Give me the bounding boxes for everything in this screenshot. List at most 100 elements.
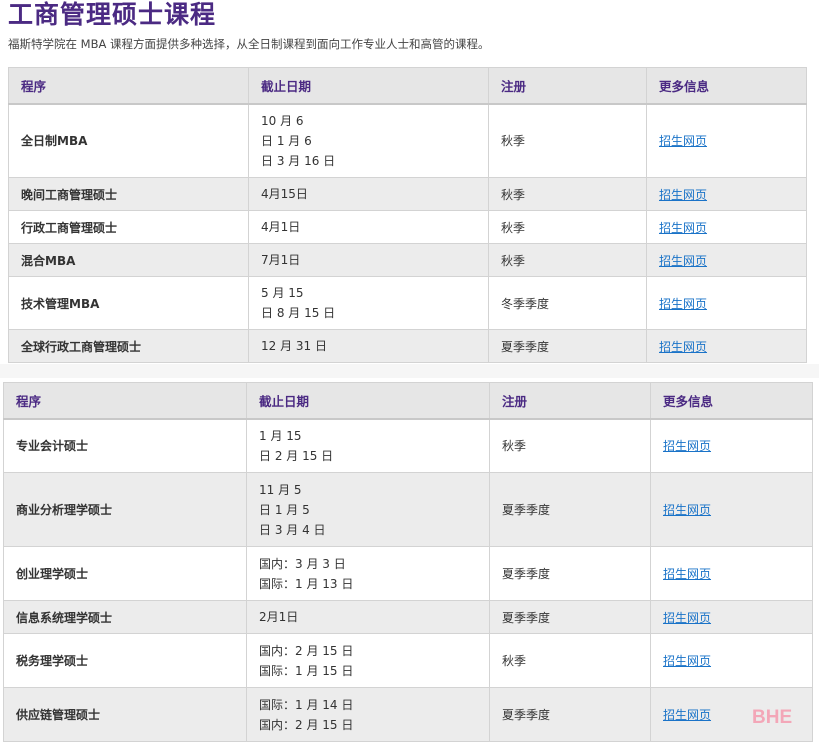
admissions-link[interactable]: 招生网页 xyxy=(659,297,707,311)
header-more-info: 更多信息 xyxy=(650,382,813,420)
more-info-cell: 招生网页 xyxy=(650,418,813,473)
program-name: 全球行政工商管理硕士 xyxy=(8,329,249,363)
admissions-link[interactable]: 招生网页 xyxy=(659,221,707,235)
admissions-link[interactable]: 招生网页 xyxy=(663,654,711,668)
deadline-line: 国际：1 月 13 日 xyxy=(259,576,354,591)
enrollment-term: 秋季 xyxy=(488,243,647,277)
deadline-line: 4月1日 xyxy=(261,220,301,234)
more-info-cell: 招生网页 xyxy=(650,600,813,634)
more-info-cell: 招生网页 xyxy=(650,633,813,688)
deadline-cell: 国际：1 月 14 日 国内：2 月 15 日 xyxy=(246,687,490,742)
page-title: 工商管理硕士课程 xyxy=(8,0,217,29)
program-name: 混合MBA xyxy=(8,243,249,277)
program-name: 技术管理MBA xyxy=(8,276,249,330)
deadline-line: 日 3 月 4 日 xyxy=(259,522,326,537)
mba-programs-table: 程序 截止日期 注册 更多信息 全日制MBA 10 月 6 日 1 月 6 日 … xyxy=(8,67,807,363)
more-info-cell: 招生网页 xyxy=(650,472,813,547)
admissions-link[interactable]: 招生网页 xyxy=(659,134,707,148)
more-info-cell: 招生网页 xyxy=(646,210,807,244)
deadline-line: 日 3 月 16 日 xyxy=(261,153,336,168)
table-row: 创业理学硕士 国内：3 月 3 日 国际：1 月 13 日 夏季季度 招生网页 xyxy=(3,546,813,601)
enrollment-term: 秋季 xyxy=(488,177,647,211)
deadline-cell: 5 月 15 日 8 月 15 日 xyxy=(248,276,489,330)
deadline-line: 4月15日 xyxy=(261,187,308,201)
program-name: 创业理学硕士 xyxy=(3,546,247,601)
deadline-line: 10 月 6 xyxy=(261,113,304,128)
more-info-cell: 招生网页 xyxy=(646,103,807,178)
deadline-line: 国内：2 月 15 日 xyxy=(259,717,354,732)
deadline-line: 日 8 月 15 日 xyxy=(261,306,336,320)
enrollment-term: 夏季季度 xyxy=(489,600,651,634)
more-info-cell: 招生网页 xyxy=(646,276,807,330)
deadline-line: 7月1日 xyxy=(261,253,301,267)
deadline-line: 日 1 月 5 xyxy=(259,502,310,517)
table-row: 全日制MBA 10 月 6 日 1 月 6 日 3 月 16 日 秋季 招生网页 xyxy=(8,103,807,178)
enrollment-term: 秋季 xyxy=(489,633,651,688)
admissions-link[interactable]: 招生网页 xyxy=(659,188,707,202)
header-deadline: 截止日期 xyxy=(246,382,490,420)
table-row: 税务理学硕士 国内：2 月 15 日 国际：1 月 15 日 秋季 招生网页 xyxy=(3,633,813,688)
deadline-cell: 国内：3 月 3 日 国际：1 月 13 日 xyxy=(246,546,490,601)
admissions-link[interactable]: 招生网页 xyxy=(659,254,707,268)
enrollment-term: 秋季 xyxy=(488,210,647,244)
enrollment-term: 夏季季度 xyxy=(489,472,651,547)
deadline-cell: 7月1日 xyxy=(248,243,489,277)
enrollment-term: 夏季季度 xyxy=(489,546,651,601)
header-enrollment: 注册 xyxy=(489,382,651,420)
program-name: 商业分析理学硕士 xyxy=(3,472,247,547)
deadline-line: 日 2 月 15 日 xyxy=(259,448,334,463)
program-name: 全日制MBA xyxy=(8,103,249,178)
table-row: 信息系统理学硕士 2月1日 夏季季度 招生网页 xyxy=(3,600,813,634)
program-name: 行政工商管理硕士 xyxy=(8,210,249,244)
program-name: 专业会计硕士 xyxy=(3,418,247,473)
deadline-cell: 11 月 5 日 1 月 5 日 3 月 4 日 xyxy=(246,472,490,547)
deadline-cell: 12 月 31 日 xyxy=(248,329,489,363)
header-program: 程序 xyxy=(8,67,249,105)
header-deadline: 截止日期 xyxy=(248,67,489,105)
table-row: 供应链管理硕士 国际：1 月 14 日 国内：2 月 15 日 夏季季度 招生网… xyxy=(3,687,813,742)
enrollment-term: 冬季季度 xyxy=(488,276,647,330)
program-name: 信息系统理学硕士 xyxy=(3,600,247,634)
deadline-cell: 1 月 15 日 2 月 15 日 xyxy=(246,418,490,473)
deadline-line: 5 月 15 xyxy=(261,286,304,300)
program-name: 供应链管理硕士 xyxy=(3,687,247,742)
table-header-row: 程序 截止日期 注册 更多信息 xyxy=(3,382,813,420)
table-row: 全球行政工商管理硕士 12 月 31 日 夏季季度 招生网页 xyxy=(8,329,807,363)
header-more-info: 更多信息 xyxy=(646,67,807,105)
watermark-logo: BHE xyxy=(752,707,793,728)
screenshot-divider xyxy=(0,364,819,378)
deadline-line: 国内：2 月 15 日 xyxy=(259,643,354,658)
table-row: 晚间工商管理硕士 4月15日 秋季 招生网页 xyxy=(8,177,807,211)
deadline-line: 12 月 31 日 xyxy=(261,339,327,353)
deadline-line: 日 1 月 6 xyxy=(261,133,312,148)
admissions-link[interactable]: 招生网页 xyxy=(659,340,707,354)
table-row: 技术管理MBA 5 月 15 日 8 月 15 日 冬季季度 招生网页 xyxy=(8,276,807,330)
admissions-link[interactable]: 招生网页 xyxy=(663,567,711,581)
deadline-line: 1 月 15 xyxy=(259,428,302,443)
table-row: 混合MBA 7月1日 秋季 招生网页 xyxy=(8,243,807,277)
table-row: 专业会计硕士 1 月 15 日 2 月 15 日 秋季 招生网页 xyxy=(3,418,813,473)
deadline-cell: 10 月 6 日 1 月 6 日 3 月 16 日 xyxy=(248,103,489,178)
enrollment-term: 夏季季度 xyxy=(488,329,647,363)
deadline-cell: 国内：2 月 15 日 国际：1 月 15 日 xyxy=(246,633,490,688)
page-subtitle: 福斯特学院在 MBA 课程方面提供多种选择，从全日制课程到面向工作专业人士和高管… xyxy=(8,37,490,51)
admissions-link[interactable]: 招生网页 xyxy=(663,503,711,517)
more-info-cell: 招生网页 xyxy=(646,329,807,363)
program-name: 晚间工商管理硕士 xyxy=(8,177,249,211)
header-enrollment: 注册 xyxy=(488,67,647,105)
table-header-row: 程序 截止日期 注册 更多信息 xyxy=(8,67,807,105)
admissions-link[interactable]: 招生网页 xyxy=(663,439,711,453)
more-info-cell: 招生网页 xyxy=(646,177,807,211)
deadline-line: 国际：1 月 14 日 xyxy=(259,697,354,712)
admissions-link[interactable]: 招生网页 xyxy=(663,708,711,722)
deadline-line: 国际：1 月 15 日 xyxy=(259,663,354,678)
deadline-cell: 2月1日 xyxy=(246,600,490,634)
admissions-link[interactable]: 招生网页 xyxy=(663,611,711,625)
deadline-line: 2月1日 xyxy=(259,610,299,624)
enrollment-term: 秋季 xyxy=(488,103,647,178)
program-name: 税务理学硕士 xyxy=(3,633,247,688)
header-program: 程序 xyxy=(3,382,247,420)
deadline-line: 国内：3 月 3 日 xyxy=(259,556,346,571)
enrollment-term: 秋季 xyxy=(489,418,651,473)
more-info-cell: 招生网页 xyxy=(650,546,813,601)
